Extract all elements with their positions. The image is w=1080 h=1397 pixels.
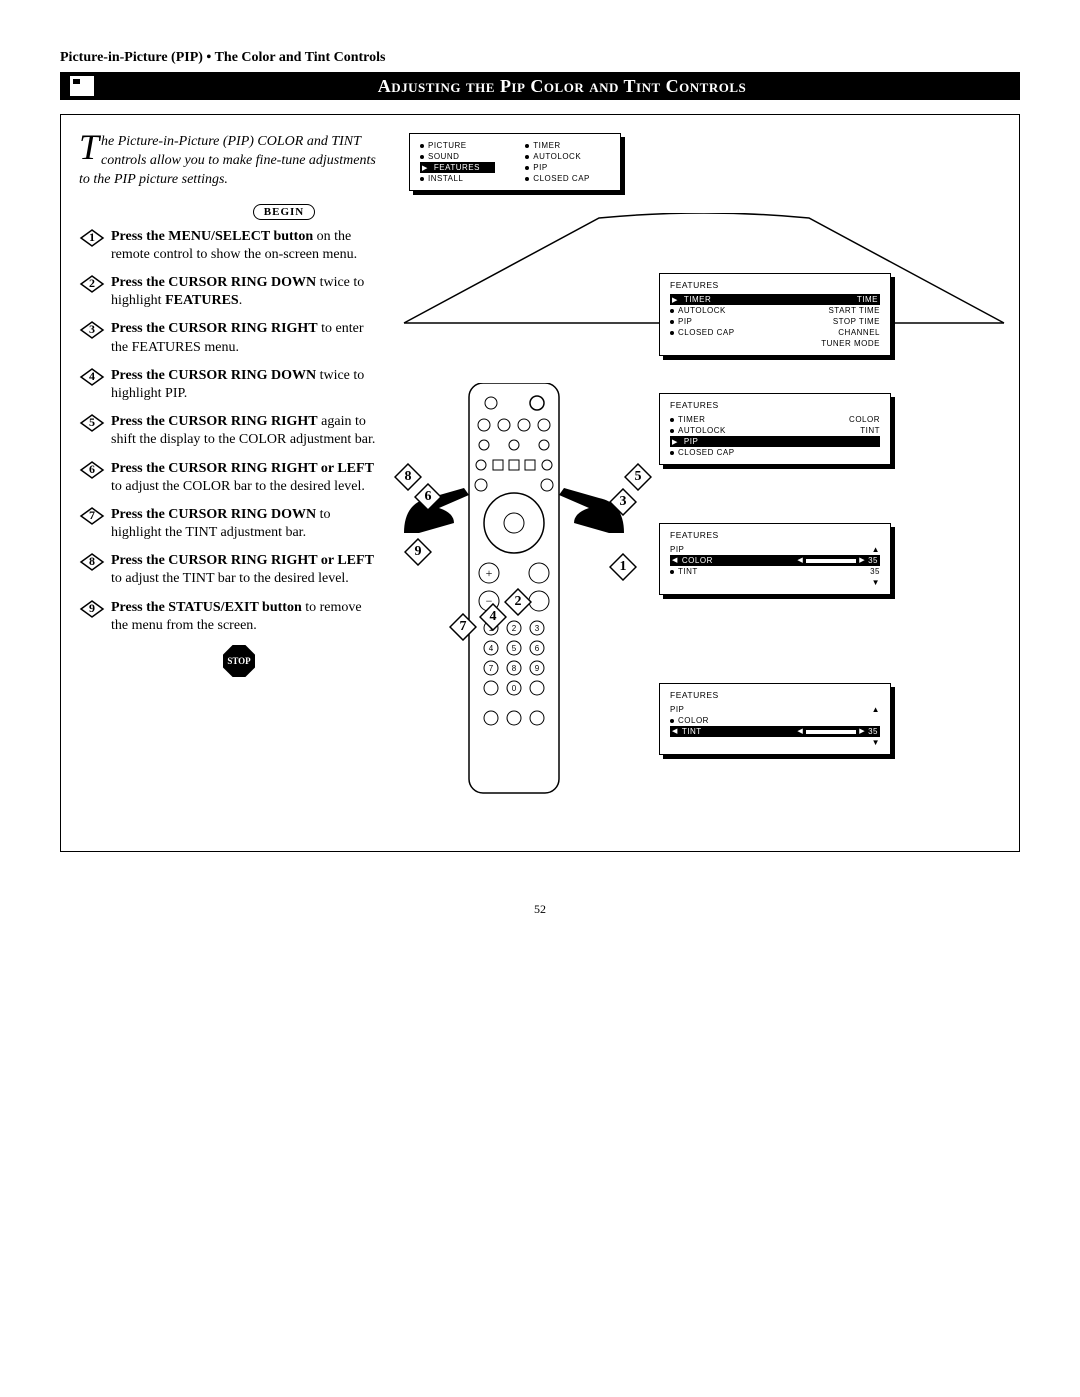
menu-item: AUTOLOCKSTART TIME — [670, 305, 880, 316]
step-3: 3 Press the CURSOR RING RIGHT to enter th… — [79, 320, 379, 356]
callout-5: 5 — [624, 463, 652, 491]
menu-item: CLOSED CAPCHANNEL — [670, 327, 880, 338]
menu-item: AUTOLOCK — [525, 151, 610, 162]
svg-text:7: 7 — [489, 664, 494, 673]
step-9: 9 Press the STATUS/EXIT button to remove … — [79, 599, 379, 635]
step-number-icon: 9 — [79, 599, 105, 619]
step-7: 7 Press the CURSOR RING DOWN to highlight… — [79, 506, 379, 542]
step-number-icon: 5 — [79, 413, 105, 433]
svg-text:+: + — [486, 566, 493, 580]
menu-item: PIP — [670, 436, 880, 447]
step-text: Press the CURSOR RING RIGHT again to shi… — [111, 413, 379, 449]
osd-pip-tint: FEATURES PIP▲ COLOR◀TINT◀▶35 ▼ — [659, 683, 891, 755]
osd-main-menu: PICTURESOUNDFEATURESINSTALL TIMERAUTOLOC… — [409, 133, 621, 191]
step-1: 1 Press the MENU/SELECT button on the rem… — [79, 228, 379, 264]
svg-text:0: 0 — [512, 684, 517, 693]
svg-text:4: 4 — [489, 644, 494, 653]
diagram-column: PICTURESOUNDFEATURESINSTALL TIMERAUTOLOC… — [399, 133, 1001, 833]
step-text: Press the CURSOR RING RIGHT to enter the… — [111, 320, 379, 356]
pip-screen-icon — [70, 76, 94, 96]
step-text: Press the CURSOR RING RIGHT or LEFT to a… — [111, 552, 379, 588]
callout-3: 3 — [609, 488, 637, 516]
step-2: 2 Press the CURSOR RING DOWN twice to hig… — [79, 274, 379, 310]
intro-text: The Picture-in-Picture (PIP) COLOR and T… — [79, 133, 379, 190]
step-number-icon: 1 — [79, 228, 105, 248]
menu-item: ◀TINT◀▶35 — [670, 726, 880, 737]
stop-badge: STOP — [99, 645, 379, 677]
svg-text:2: 2 — [512, 624, 517, 633]
menu-item: COLOR — [670, 715, 880, 726]
callout-8: 8 — [394, 463, 422, 491]
callout-1: 1 — [609, 553, 637, 581]
breadcrumb: Picture-in-Picture (PIP) • The Color and… — [60, 50, 1020, 66]
osd-pip-color: FEATURES PIP▲ ◀COLOR◀▶35TINT35 ▼ — [659, 523, 891, 595]
instructions-column: The Picture-in-Picture (PIP) COLOR and T… — [79, 133, 379, 833]
menu-item: ◀COLOR◀▶35 — [670, 555, 880, 566]
callout-2: 2 — [504, 588, 532, 616]
menu-item: TINT35 — [670, 566, 880, 577]
step-number-icon: 3 — [79, 320, 105, 340]
step-text: Press the CURSOR RING DOWN twice to high… — [111, 274, 379, 310]
title-bar: Adjusting the Pip Color and Tint Control… — [60, 72, 1020, 100]
step-8: 8 Press the CURSOR RING RIGHT or LEFT to … — [79, 552, 379, 588]
menu-item: PIP — [525, 162, 610, 173]
step-text: Press the CURSOR RING RIGHT or LEFT to a… — [111, 460, 379, 496]
step-5: 5 Press the CURSOR RING RIGHT again to sh… — [79, 413, 379, 449]
step-number-icon: 8 — [79, 552, 105, 572]
step-number-icon: 2 — [79, 274, 105, 294]
step-6: 6 Press the CURSOR RING RIGHT or LEFT to … — [79, 460, 379, 496]
menu-item: AUTOLOCKTINT — [670, 425, 880, 436]
step-number-icon: 7 — [79, 506, 105, 526]
menu-item: SOUND — [420, 151, 495, 162]
step-text: Press the STATUS/EXIT button to remove t… — [111, 599, 379, 635]
step-4: 4 Press the CURSOR RING DOWN twice to hig… — [79, 367, 379, 403]
menu-item: CLOSED CAP — [525, 173, 610, 184]
step-number-icon: 6 — [79, 460, 105, 480]
svg-text:9: 9 — [535, 664, 540, 673]
menu-item: TUNER MODE — [670, 338, 880, 349]
callout-4: 4 — [479, 603, 507, 631]
menu-item: CLOSED CAP — [670, 447, 880, 458]
step-text: Press the CURSOR RING DOWN twice to high… — [111, 367, 379, 403]
step-text: Press the CURSOR RING DOWN to highlight … — [111, 506, 379, 542]
menu-item: INSTALL — [420, 173, 495, 184]
menu-item: TIMERCOLOR — [670, 414, 880, 425]
step-number-icon: 4 — [79, 367, 105, 387]
menu-item: TIMER — [525, 140, 610, 151]
page-number: 52 — [60, 902, 1020, 917]
menu-item: TIMERTIME — [670, 294, 880, 305]
osd-features-timer: FEATURES TIMERTIMEAUTOLOCKSTART TIMEPIPS… — [659, 273, 891, 356]
callout-9: 9 — [404, 538, 432, 566]
svg-text:5: 5 — [512, 644, 517, 653]
dropcap: T — [79, 133, 101, 161]
begin-badge: BEGIN — [189, 204, 379, 220]
svg-text:6: 6 — [535, 644, 540, 653]
callout-7: 7 — [449, 613, 477, 641]
content-frame: The Picture-in-Picture (PIP) COLOR and T… — [60, 114, 1020, 852]
osd-features-pip: FEATURES TIMERCOLORAUTOLOCKTINTPIPCLOSED… — [659, 393, 891, 465]
svg-text:8: 8 — [512, 664, 517, 673]
menu-item: FEATURES — [420, 162, 495, 173]
menu-item: PICTURE — [420, 140, 495, 151]
page-title: Adjusting the Pip Color and Tint Control… — [104, 76, 1020, 97]
menu-item: PIPSTOP TIME — [670, 316, 880, 327]
svg-text:3: 3 — [535, 624, 540, 633]
step-text: Press the MENU/SELECT button on the remo… — [111, 228, 379, 264]
